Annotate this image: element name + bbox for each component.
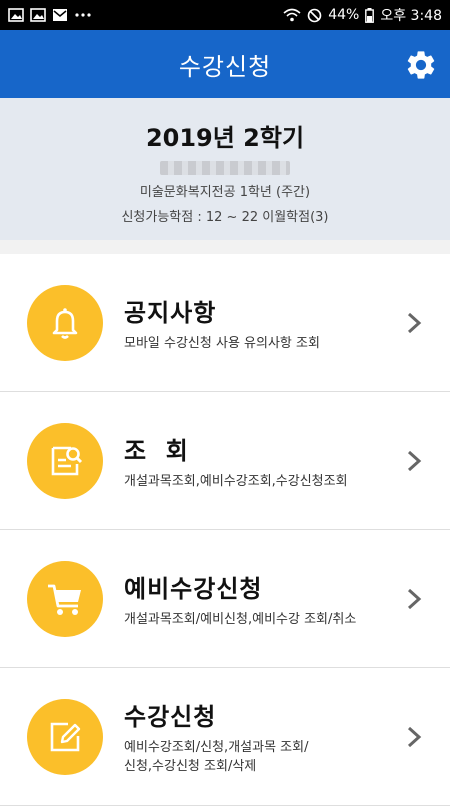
student-info-panel: 2019년 2학기 미술문화복지전공 1학년 (주간) 신청가능학점 : 12 … bbox=[0, 98, 450, 240]
battery-icon bbox=[365, 7, 375, 23]
menu-item-title: 조 회 bbox=[124, 436, 189, 465]
chevron-right-icon bbox=[407, 588, 422, 609]
menu-item-title: 예비수강신청 bbox=[124, 574, 263, 603]
image-icon bbox=[30, 8, 46, 22]
chevron-right-icon bbox=[407, 312, 422, 333]
menu-item-title: 공지사항 bbox=[124, 298, 217, 327]
more-icon bbox=[75, 13, 91, 17]
menu-item-registration[interactable]: 수강신청 예비수강조회/신청,개설과목 조회/ 신청,수강신청 조회/삭제 bbox=[0, 668, 450, 806]
clock: 오후 3:48 bbox=[380, 8, 442, 24]
cart-icon bbox=[27, 560, 103, 637]
menu-item-pre-registration[interactable]: 예비수강신청 개설과목조회/예비신청,예비수강 조회/취소 bbox=[0, 530, 450, 668]
department-info: 미술문화복지전공 1학년 (주간) bbox=[139, 185, 311, 200]
chevron-right-icon bbox=[407, 726, 422, 747]
semester-title: 2019년 2학기 bbox=[145, 124, 305, 152]
battery-percent: 44% bbox=[328, 7, 360, 23]
menu-item-subtitle: 예비수강조회/신청,개설과목 조회/ 신청,수강신청 조회/삭제 bbox=[124, 740, 309, 774]
menu-item-subtitle: 모바일 수강신청 사용 유의사항 조회 bbox=[124, 335, 320, 351]
page-title: 수강신청 bbox=[178, 52, 272, 81]
do-not-disturb-icon bbox=[307, 8, 322, 22]
image-icon bbox=[8, 8, 24, 22]
menu-item-notice[interactable]: 공지사항 모바일 수강신청 사용 유의사항 조회 bbox=[0, 254, 450, 392]
menu-item-subtitle: 개설과목조회,예비수강조회,수강신청조회 bbox=[124, 473, 348, 489]
notification-icons bbox=[8, 8, 92, 22]
menu-item-title: 수강신청 bbox=[124, 703, 217, 731]
bell-icon bbox=[27, 284, 103, 361]
mail-icon bbox=[53, 9, 67, 21]
wifi-icon bbox=[283, 8, 301, 22]
status-bar: 44% 오후 3:48 bbox=[0, 0, 450, 30]
app-bar: 수강신청 bbox=[0, 30, 450, 98]
system-status: 44% 오후 3:48 bbox=[283, 5, 442, 25]
main-menu: 공지사항 모바일 수강신청 사용 유의사항 조회 조 회 개설과목조회,예비수강… bbox=[0, 254, 450, 806]
student-id-blurred bbox=[160, 161, 290, 175]
edit-icon bbox=[27, 698, 103, 775]
menu-item-inquiry[interactable]: 조 회 개설과목조회,예비수강조회,수강신청조회 bbox=[0, 392, 450, 530]
gear-icon[interactable] bbox=[404, 48, 438, 82]
menu-item-subtitle: 개설과목조회/예비신청,예비수강 조회/취소 bbox=[124, 611, 357, 627]
credits-info: 신청가능학점 : 12 ~ 22 이월학점(3) bbox=[121, 210, 329, 225]
chevron-right-icon bbox=[407, 450, 422, 471]
search-document-icon bbox=[27, 422, 103, 499]
